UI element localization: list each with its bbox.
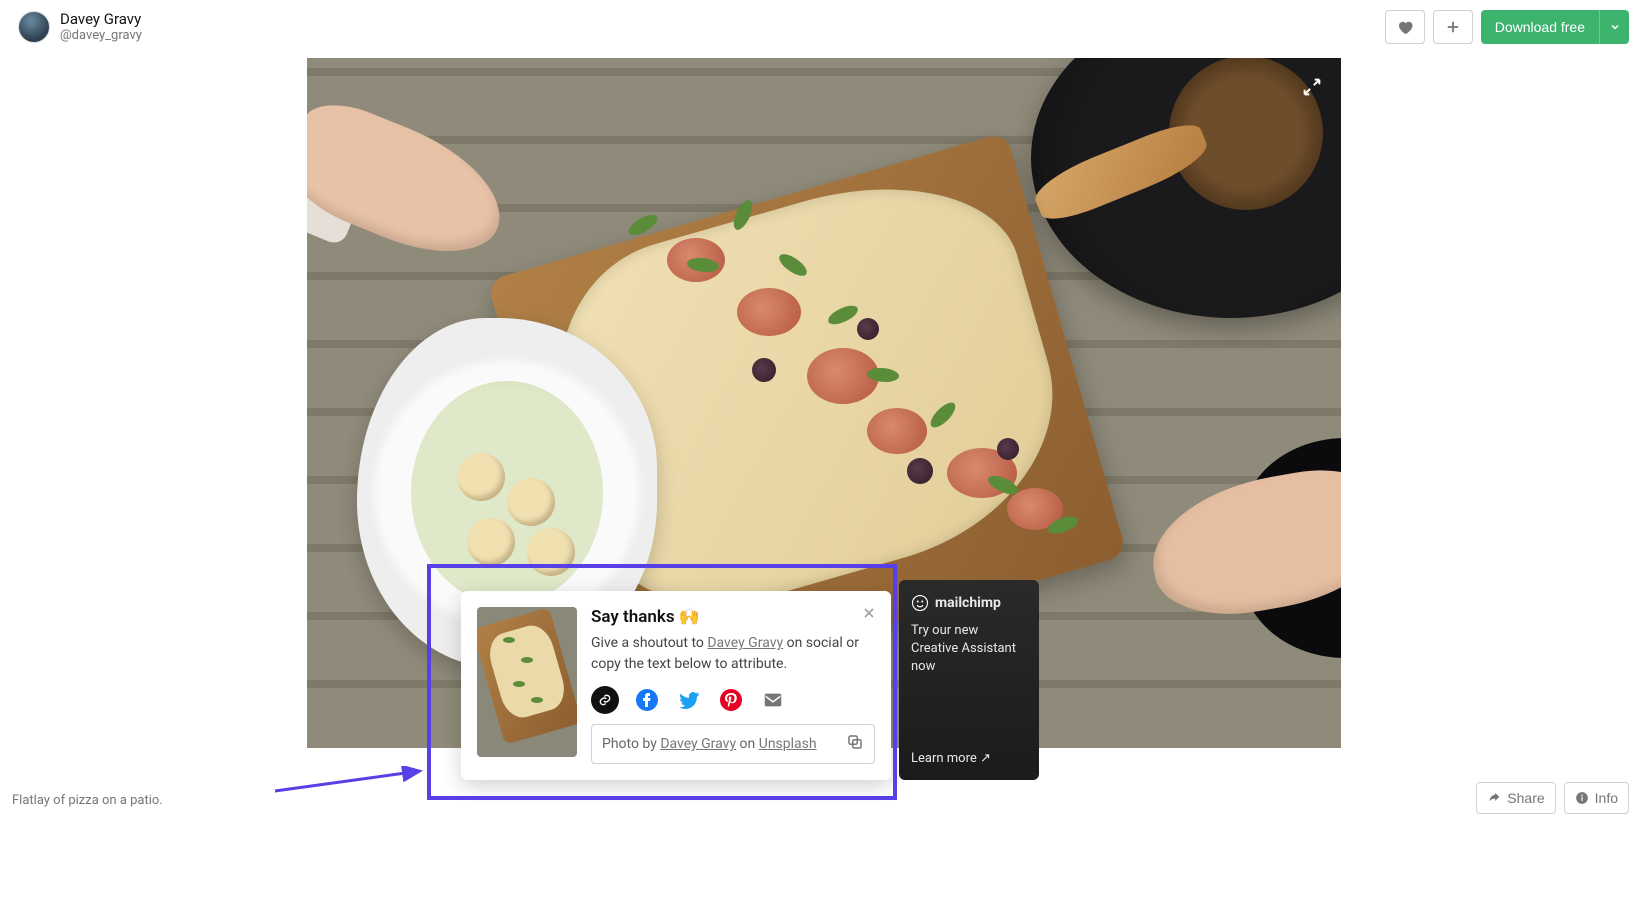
author-block[interactable]: Davey Gravy @davey_gravy [18, 10, 142, 44]
promo-card[interactable]: mailchimp Try our new Creative Assistant… [899, 580, 1039, 780]
bottom-actions: Share Info [1476, 782, 1629, 814]
share-button[interactable]: Share [1476, 782, 1555, 814]
info-button[interactable]: Info [1564, 782, 1629, 814]
info-label: Info [1595, 790, 1618, 806]
add-to-collection-button[interactable] [1433, 10, 1473, 44]
download-caret-button[interactable] [1599, 10, 1629, 44]
photo-scallop [457, 453, 505, 501]
popup-title: Say thanks 🙌 [591, 607, 875, 627]
photo-scallop [467, 518, 515, 566]
share-icon [1487, 791, 1501, 805]
promo-logo: mailchimp [911, 594, 1027, 612]
twitter-icon [677, 688, 701, 712]
plus-icon [1444, 18, 1462, 36]
author-text: Davey Gravy @davey_gravy [60, 10, 142, 44]
expand-icon [1301, 76, 1323, 98]
expand-button[interactable] [1301, 76, 1323, 102]
author-handle[interactable]: @davey_gravy [60, 28, 142, 44]
photo-scallop [507, 478, 555, 526]
share-label: Share [1507, 790, 1544, 806]
copy-attribution-button[interactable] [846, 733, 864, 755]
pinterest-icon [719, 688, 743, 712]
close-button[interactable] [861, 605, 877, 626]
attrib-prefix: Photo by [602, 736, 660, 752]
photo-scallop [527, 528, 575, 576]
mailchimp-icon [911, 594, 929, 612]
like-button[interactable] [1385, 10, 1425, 44]
photo-topping [752, 358, 776, 382]
annotation-arrow [270, 766, 430, 796]
share-email-button[interactable] [759, 686, 787, 714]
close-icon [861, 605, 877, 621]
photo-caption: Flatlay of pizza on a patio. [12, 793, 163, 808]
popup-desc-prefix: Give a shoutout to [591, 635, 707, 651]
share-icons-row [591, 686, 875, 714]
attribution-text: Photo by Davey Gravy on Unsplash [602, 736, 817, 752]
author-name[interactable]: Davey Gravy [60, 10, 142, 28]
promo-text: Try our new Creative Assistant now [911, 622, 1027, 751]
attrib-middle: on [736, 736, 759, 752]
promo-cta[interactable]: Learn more ↗ [911, 751, 1027, 766]
popup-author-link[interactable]: Davey Gravy [707, 635, 783, 651]
photo-plate-sauce [411, 381, 603, 605]
link-icon [598, 693, 612, 707]
promo-brand: mailchimp [935, 595, 1001, 611]
header-actions: Download free [1385, 10, 1629, 44]
share-pinterest-button[interactable] [717, 686, 745, 714]
attrib-author-link[interactable]: Davey Gravy [660, 736, 736, 752]
mail-icon [762, 689, 784, 711]
copy-link-button[interactable] [591, 686, 619, 714]
share-twitter-button[interactable] [675, 686, 703, 714]
attrib-site-link[interactable]: Unsplash [759, 736, 817, 752]
popup-thumbnail [477, 607, 577, 757]
attribution-box: Photo by Davey Gravy on Unsplash [591, 724, 875, 764]
download-button[interactable]: Download free [1481, 10, 1599, 44]
avatar[interactable] [18, 11, 50, 43]
photo-topping [867, 408, 927, 454]
say-thanks-popup: Say thanks 🙌 Give a shoutout to Davey Gr… [461, 591, 891, 780]
photo-topping [997, 438, 1019, 460]
photo-topping [857, 318, 879, 340]
facebook-icon [635, 688, 659, 712]
heart-icon [1396, 18, 1414, 36]
download-group: Download free [1481, 10, 1629, 44]
share-facebook-button[interactable] [633, 686, 661, 714]
chevron-down-icon [1609, 21, 1621, 33]
header-bar: Davey Gravy @davey_gravy Download free [0, 0, 1647, 58]
copy-icon [846, 733, 864, 751]
popup-description: Give a shoutout to Davey Gravy on social… [591, 633, 875, 674]
photo-topping [907, 458, 933, 484]
photo-topping [737, 288, 801, 336]
info-icon [1575, 791, 1589, 805]
